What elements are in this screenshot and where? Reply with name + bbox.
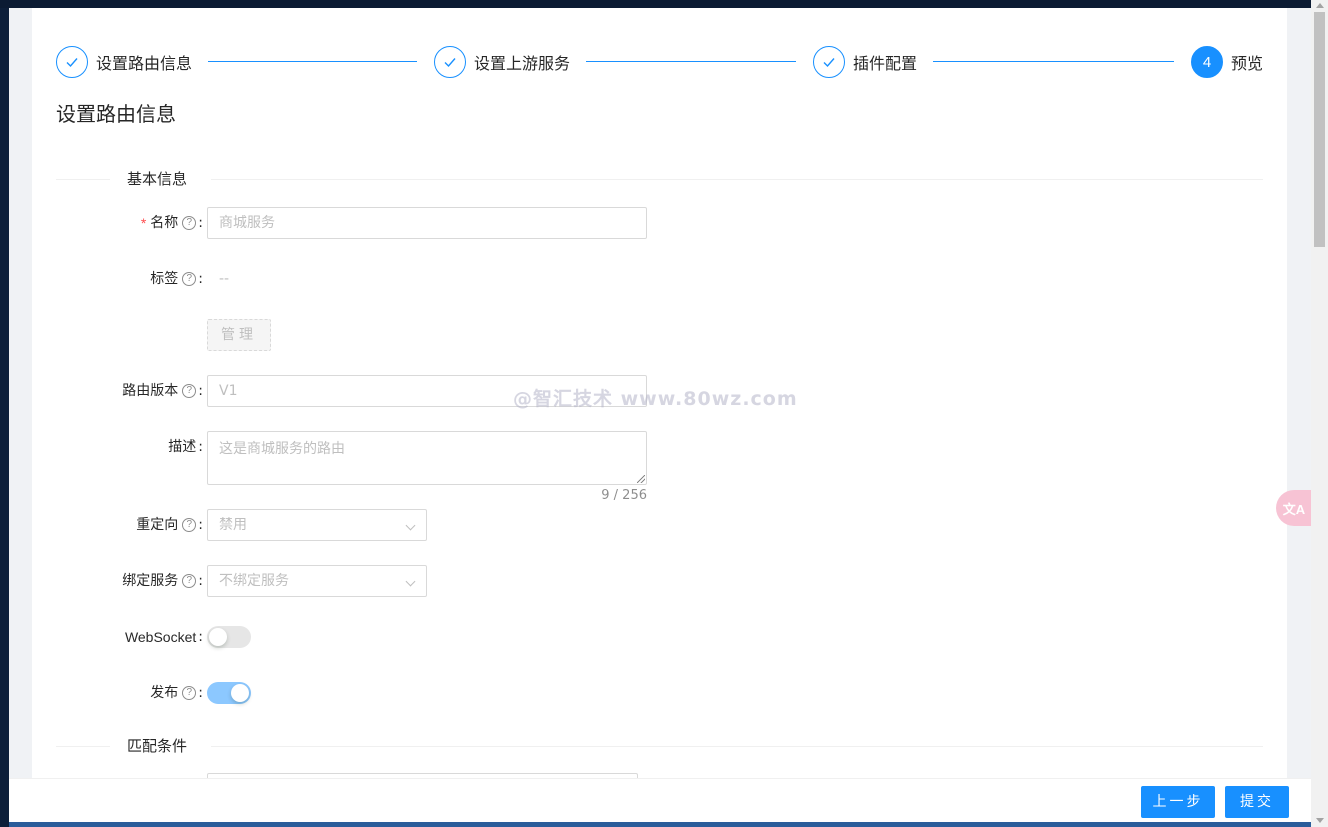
- step-title: 设置路由信息: [96, 54, 193, 73]
- scrollbar-thumb[interactable]: [1314, 12, 1325, 247]
- window-left-edge: [0, 8, 9, 827]
- step-connector: [586, 61, 796, 62]
- publish-toggle[interactable]: [207, 682, 251, 704]
- form-label: WebSocket :: [124, 629, 203, 645]
- previous-step-button[interactable]: 上一步: [1141, 786, 1215, 818]
- check-icon: [434, 46, 466, 78]
- websocket-toggle[interactable]: [207, 626, 251, 648]
- help-icon[interactable]: ?: [182, 272, 197, 286]
- step-4: 4 预览: [1191, 45, 1263, 79]
- help-icon[interactable]: ?: [182, 574, 197, 588]
- step-title: 设置上游服务: [474, 54, 571, 73]
- help-icon[interactable]: ?: [182, 384, 197, 398]
- chevron-down-icon: [405, 520, 416, 531]
- content-gutter-left: [9, 8, 32, 778]
- section-divider-match: 匹配条件: [56, 735, 1263, 757]
- bind-service-select[interactable]: 不绑定服务: [207, 565, 427, 597]
- step-3: 插件配置: [813, 45, 917, 79]
- page-scrollbar[interactable]: [1311, 0, 1328, 827]
- page-title: 设置路由信息: [56, 102, 176, 126]
- submit-button[interactable]: 提交: [1225, 786, 1289, 818]
- form-label: 发布 ? :: [150, 685, 203, 701]
- form-label: 路由版本 ? :: [122, 383, 203, 399]
- window-top-bar: [0, 0, 1328, 8]
- step-1: 设置路由信息: [56, 45, 192, 79]
- chevron-down-icon: [405, 576, 416, 587]
- check-icon: [813, 46, 845, 78]
- form-label: 绑定服务 ? :: [122, 573, 203, 589]
- labels-value: --: [219, 271, 230, 287]
- resize-grip-icon[interactable]: [637, 475, 645, 483]
- help-icon[interactable]: ?: [182, 216, 197, 230]
- step-title: 插件配置: [853, 54, 918, 73]
- char-count: 9 / 256: [601, 488, 647, 503]
- content-gutter-right: [1287, 8, 1311, 778]
- manage-labels-button[interactable]: 管理: [207, 319, 271, 351]
- steps-bar: 设置路由信息 设置上游服务 插件配置 4 预览: [56, 45, 1263, 79]
- form-label: 描述 :: [168, 439, 203, 455]
- section-title: 匹配条件: [127, 737, 188, 755]
- watermark: @智汇技术 www.80wz.com: [513, 388, 798, 410]
- section-title: 基本信息: [127, 170, 188, 188]
- window-bottom-edge: [9, 822, 1311, 827]
- description-textarea[interactable]: 这是商城服务的路由: [207, 431, 647, 485]
- scroll-down-arrow-icon[interactable]: [1316, 818, 1324, 823]
- help-icon[interactable]: ?: [182, 686, 197, 700]
- scroll-up-arrow-icon[interactable]: [1316, 3, 1324, 8]
- required-mark: *: [140, 215, 147, 231]
- section-divider-basic: 基本信息: [56, 168, 1263, 190]
- form-label: 重定向 ? :: [136, 517, 203, 533]
- step-number: 4: [1191, 46, 1223, 78]
- form-label: 标签 ? :: [150, 271, 203, 287]
- help-icon[interactable]: ?: [182, 518, 197, 532]
- step-2: 设置上游服务: [434, 45, 570, 79]
- footer-toolbar: 上一步 提交: [9, 778, 1311, 827]
- form-label: * 名称 ? :: [141, 207, 203, 239]
- check-icon: [56, 46, 88, 78]
- translate-icon[interactable]: 文A: [1276, 490, 1312, 526]
- step-connector: [208, 61, 417, 62]
- redirect-select[interactable]: 禁用: [207, 509, 427, 541]
- name-input[interactable]: 商城服务: [207, 207, 647, 239]
- step-title: 预览: [1231, 54, 1264, 73]
- step-connector: [933, 61, 1174, 62]
